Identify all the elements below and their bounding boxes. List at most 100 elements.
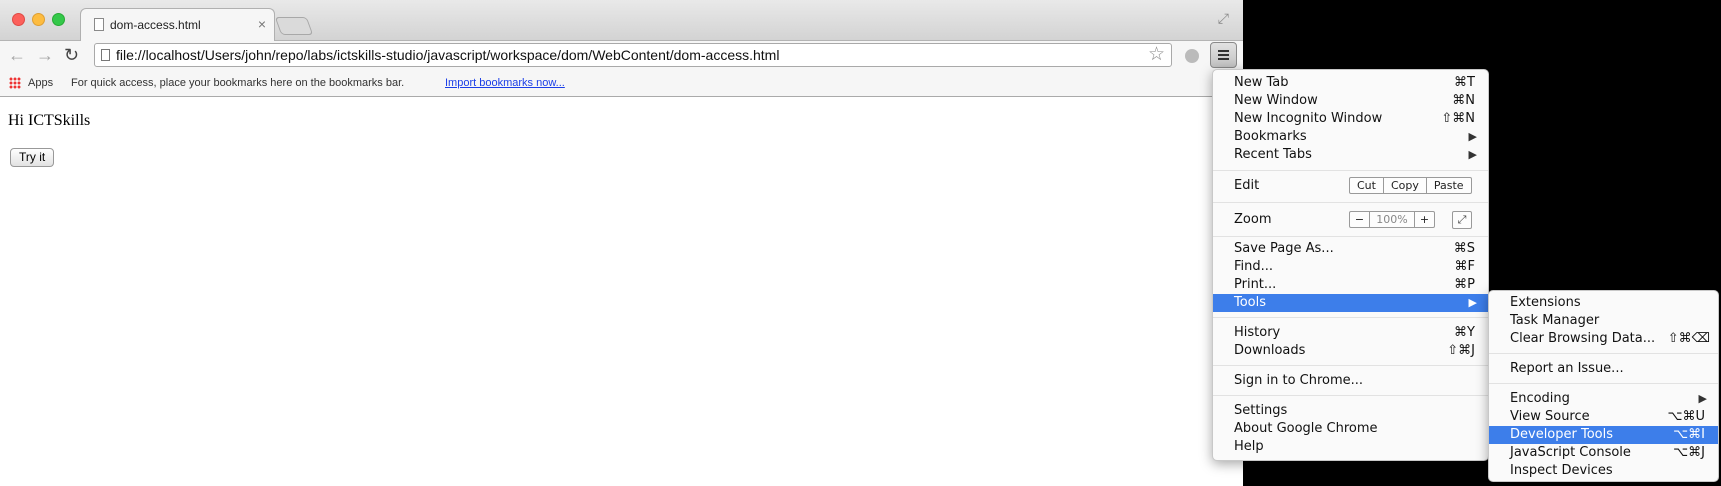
tools-item-encoding[interactable]: Encoding ▶ — [1489, 390, 1718, 408]
import-bookmarks-link[interactable]: Import bookmarks now... — [445, 77, 565, 89]
menu-separator — [1489, 383, 1718, 384]
menu-item-tools[interactable]: Tools ▶ — [1213, 294, 1488, 312]
tools-submenu: Extensions Task Manager Clear Browsing D… — [1488, 290, 1719, 482]
menu-item-settings[interactable]: Settings — [1213, 402, 1488, 420]
menu-label: New Incognito Window — [1234, 111, 1383, 126]
menu-label: Extensions — [1510, 295, 1581, 310]
apps-grid-icon[interactable] — [9, 77, 21, 89]
menu-separator — [1213, 170, 1488, 171]
menu-separator — [1213, 395, 1488, 396]
menu-label: Zoom — [1234, 212, 1272, 227]
menu-label: New Tab — [1234, 75, 1289, 90]
zoom-controls: − 100% + — [1349, 211, 1435, 228]
paste-button[interactable]: Paste — [1427, 178, 1471, 193]
tools-item-extensions[interactable]: Extensions — [1489, 294, 1718, 312]
submenu-arrow-icon: ▶ — [1468, 148, 1477, 161]
menu-shortcut: ⌘Y — [1454, 325, 1475, 340]
tools-item-developer-tools[interactable]: Developer Tools ⌥⌘I — [1489, 426, 1718, 444]
extension-icon[interactable] — [1185, 49, 1199, 63]
menu-shortcut: ⌘N — [1452, 93, 1475, 108]
menu-label: Sign in to Chrome... — [1234, 373, 1364, 388]
menu-shortcut: ⌘T — [1454, 75, 1475, 90]
browser-window: dom-access.html × ⤢ ← → ↻ file://localho… — [0, 0, 1243, 486]
page-content: Hi ICTSkills Try it — [0, 97, 1243, 486]
menu-item-bookmarks[interactable]: Bookmarks ▶ — [1213, 128, 1488, 146]
reload-button[interactable]: ↻ — [64, 44, 79, 66]
try-it-button[interactable]: Try it — [10, 148, 55, 167]
menu-label: JavaScript Console — [1510, 445, 1631, 460]
new-tab-button[interactable] — [274, 17, 314, 35]
fullscreen-button[interactable]: ⤢ — [1452, 211, 1472, 229]
tab-dom-access[interactable]: dom-access.html × — [80, 8, 275, 41]
address-bar[interactable]: file://localhost/Users/john/repo/labs/ic… — [94, 43, 1172, 67]
menu-label: Edit — [1234, 178, 1260, 193]
tab-close-icon[interactable]: × — [258, 16, 266, 32]
menu-label: Print... — [1234, 277, 1277, 292]
bookmarks-hint: For quick access, place your bookmarks h… — [71, 77, 405, 89]
menu-separator — [1213, 365, 1488, 366]
menu-item-sign-in[interactable]: Sign in to Chrome... — [1213, 372, 1488, 390]
navigation-toolbar: ← → ↻ file://localhost/Users/john/repo/l… — [0, 41, 1243, 71]
tools-item-clear-browsing-data[interactable]: Clear Browsing Data... ⇧⌘⌫ — [1489, 330, 1718, 348]
menu-label: Encoding — [1510, 391, 1570, 406]
menu-item-save-page-as[interactable]: Save Page As... ⌘S — [1213, 240, 1488, 258]
menu-label: Help — [1234, 439, 1264, 454]
menu-label: Report an Issue... — [1510, 361, 1624, 376]
submenu-arrow-icon: ▶ — [1468, 296, 1477, 309]
menu-label: Settings — [1234, 403, 1288, 418]
copy-button[interactable]: Copy — [1384, 178, 1427, 193]
menu-item-new-window[interactable]: New Window ⌘N — [1213, 92, 1488, 110]
menu-item-find[interactable]: Find... ⌘F — [1213, 258, 1488, 276]
url-text[interactable]: file://localhost/Users/john/repo/labs/ic… — [116, 47, 779, 63]
menu-label: Save Page As... — [1234, 241, 1334, 256]
menu-label: Find... — [1234, 259, 1274, 274]
menu-item-history[interactable]: History ⌘Y — [1213, 324, 1488, 342]
menu-shortcut: ⌘S — [1453, 241, 1475, 256]
tools-item-javascript-console[interactable]: JavaScript Console ⌥⌘J — [1489, 444, 1718, 462]
menu-item-recent-tabs[interactable]: Recent Tabs ▶ — [1213, 146, 1488, 164]
page-icon — [101, 49, 110, 61]
menu-label: Recent Tabs — [1234, 147, 1312, 162]
submenu-arrow-icon: ▶ — [1698, 392, 1707, 405]
menu-label: Bookmarks — [1234, 129, 1307, 144]
menu-label: History — [1234, 325, 1281, 340]
menu-label: Task Manager — [1510, 313, 1600, 328]
menu-item-new-incognito-window[interactable]: New Incognito Window ⇧⌘N — [1213, 110, 1488, 128]
edit-button-group: Cut Copy Paste — [1349, 177, 1472, 194]
menu-label: Developer Tools — [1510, 427, 1614, 442]
menu-item-about-chrome[interactable]: About Google Chrome — [1213, 420, 1488, 438]
menu-label: Clear Browsing Data... — [1510, 331, 1656, 346]
menu-label: Inspect Devices — [1510, 463, 1613, 478]
menu-label: About Google Chrome — [1234, 421, 1378, 436]
tab-title: dom-access.html — [110, 18, 201, 32]
menu-label: New Window — [1234, 93, 1318, 108]
menu-shortcut: ⌥⌘I — [1673, 427, 1705, 442]
close-window-button[interactable] — [12, 13, 25, 26]
fullscreen-icon[interactable]: ⤢ — [1218, 10, 1229, 27]
menu-shortcut: ⌘F — [1454, 259, 1475, 274]
back-button[interactable]: ← — [8, 44, 26, 66]
menu-separator — [1213, 317, 1488, 318]
menu-item-print[interactable]: Print... ⌘P — [1213, 276, 1488, 294]
tools-item-view-source[interactable]: View Source ⌥⌘U — [1489, 408, 1718, 426]
tools-item-task-manager[interactable]: Task Manager — [1489, 312, 1718, 330]
tools-item-inspect-devices[interactable]: Inspect Devices — [1489, 462, 1718, 480]
menu-item-edit: Edit Cut Copy Paste — [1213, 177, 1488, 195]
menu-separator — [1489, 353, 1718, 354]
menu-item-new-tab[interactable]: New Tab ⌘T — [1213, 74, 1488, 92]
forward-button[interactable]: → — [36, 44, 54, 66]
maximize-window-button[interactable] — [52, 13, 65, 26]
minimize-window-button[interactable] — [32, 13, 45, 26]
menu-item-downloads[interactable]: Downloads ⇧⌘J — [1213, 342, 1488, 360]
cut-button[interactable]: Cut — [1350, 178, 1384, 193]
apps-label[interactable]: Apps — [28, 77, 53, 89]
menu-item-zoom: Zoom − 100% + ⤢ — [1213, 208, 1488, 232]
zoom-in-button[interactable]: + — [1415, 212, 1434, 227]
menu-item-help[interactable]: Help — [1213, 438, 1488, 456]
bookmark-star-icon[interactable]: ☆ — [1148, 44, 1165, 66]
menu-shortcut: ⌘P — [1454, 277, 1475, 292]
tools-item-report-issue[interactable]: Report an Issue... — [1489, 360, 1718, 378]
chrome-menu-button[interactable] — [1210, 42, 1237, 68]
zoom-out-button[interactable]: − — [1350, 212, 1370, 227]
menu-shortcut: ⇧⌘⌫ — [1667, 331, 1710, 346]
